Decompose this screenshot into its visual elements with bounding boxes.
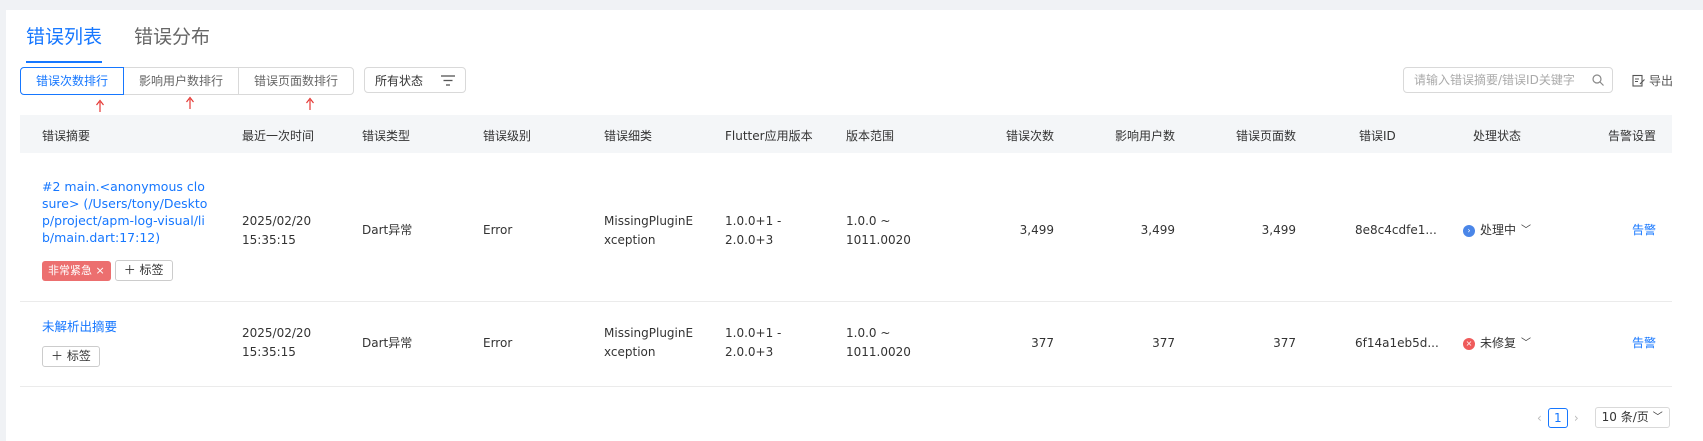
column-header: 处理状态 <box>1473 129 1522 143</box>
error-type: Dart异常 <box>362 223 413 237</box>
error-status-icon: × <box>1463 337 1475 350</box>
add-tag-button[interactable]: ＋ 标签 <box>42 346 100 367</box>
column-header: 错误级别 <box>483 129 532 143</box>
user-count: 3,499 <box>1140 223 1175 237</box>
tab-error-list[interactable]: 错误列表 <box>26 22 103 63</box>
table-header: 错误摘要 最近一次时间 错误类型 错误级别 错误细类 Flutter应用版本 版… <box>20 115 1672 153</box>
search-box <box>1403 67 1613 93</box>
annotation-arrow-icon <box>306 97 314 110</box>
status-dropdown[interactable]: × 未修复 ﹀ <box>1463 334 1531 353</box>
table-row: #2 main.<anonymous closure> (/Users/tony… <box>20 153 1672 302</box>
error-type: Dart异常 <box>362 336 413 350</box>
page-size-select[interactable]: 10 条/页 ﹀ <box>1594 407 1670 428</box>
version-range: 1.0.0 ~ 1011.0020 <box>846 214 911 247</box>
close-icon[interactable]: × <box>96 264 105 277</box>
page-count: 377 <box>1273 336 1296 350</box>
add-tag-button[interactable]: ＋ 标签 <box>114 260 173 281</box>
last-time: 2025/02/20 15:35:15 <box>242 214 312 247</box>
prev-page-icon[interactable]: ‹ <box>1537 411 1542 425</box>
status-filter-label: 所有状态 <box>375 73 424 88</box>
error-id: 6f14a1eb5d... <box>1355 336 1439 350</box>
flutter-version: 1.0.0+1 - 2.0.0+3 <box>725 326 782 359</box>
chevron-down-icon: ﹀ <box>1521 225 1532 236</box>
error-summary-link[interactable]: #2 main.<anonymous closure> (/Users/tony… <box>42 178 208 246</box>
last-time: 2025/02/20 15:35:15 <box>242 326 312 359</box>
column-header: 告警设置 <box>1607 129 1656 143</box>
chevron-down-icon: ﹀ <box>1521 338 1532 349</box>
page-size-label: 10 条/页 <box>1601 410 1649 424</box>
tag-list: 非常紧急 × ＋ 标签 <box>42 260 173 281</box>
error-level: Error <box>483 223 513 237</box>
annotation-arrow-icon <box>96 99 104 112</box>
alarm-link[interactable]: 告警 <box>1632 221 1656 240</box>
status-label: 处理中 <box>1480 223 1517 237</box>
chevron-down-icon: ﹀ <box>1652 412 1663 423</box>
plus-icon: ＋ <box>123 263 140 277</box>
annotation-arrow-icon <box>186 96 194 109</box>
page-number-button[interactable]: 1 <box>1547 407 1568 428</box>
table-row: 未解析出摘要 ＋ 标签 2025/02/20 15:35:15 Dart异常 E… <box>20 302 1672 387</box>
export-icon <box>1632 74 1645 87</box>
tag-badge: 非常紧急 × <box>42 260 111 281</box>
error-id: 8e8c4cdfe1... <box>1355 223 1437 237</box>
status-dropdown[interactable]: › 处理中 ﹀ <box>1463 221 1531 240</box>
add-tag-label: 标签 <box>66 349 91 363</box>
column-header: 错误页面数 <box>1235 129 1296 143</box>
sort-by-user-count-button[interactable]: 影响用户数排行 <box>123 67 240 95</box>
version-range: 1.0.0 ~ 1011.0020 <box>846 326 911 359</box>
column-header: 版本范围 <box>846 129 895 143</box>
sort-by-error-count-button[interactable]: 错误次数排行 <box>20 67 125 95</box>
search-input[interactable] <box>1412 72 1592 88</box>
status-filter-dropdown[interactable]: 所有状态 <box>364 67 466 93</box>
tag-list: ＋ 标签 <box>42 346 100 367</box>
alarm-link[interactable]: 告警 <box>1632 334 1656 353</box>
user-count: 377 <box>1152 336 1175 350</box>
page-count: 3,499 <box>1261 223 1296 237</box>
sort-button-group: 错误次数排行 影响用户数排行 错误页面数排行 <box>20 67 355 95</box>
column-header: 最近一次时间 <box>242 129 315 143</box>
next-page-icon[interactable]: › <box>1574 411 1579 425</box>
column-header: 错误ID <box>1359 129 1396 143</box>
column-header: 错误类型 <box>362 129 411 143</box>
search-icon[interactable] <box>1592 74 1604 86</box>
add-tag-label: 标签 <box>139 263 164 277</box>
tab-error-distribution[interactable]: 错误分布 <box>134 22 210 63</box>
error-count: 377 <box>1031 336 1054 350</box>
column-header: 错误细类 <box>604 129 653 143</box>
column-header: Flutter应用版本 <box>725 129 813 143</box>
error-subtype: MissingPluginException <box>604 326 694 359</box>
flutter-version: 1.0.0+1 - 2.0.0+3 <box>725 214 782 247</box>
sort-by-page-count-button[interactable]: 错误页面数排行 <box>238 67 355 95</box>
export-label: 导出 <box>1649 74 1674 88</box>
tag-label: 非常紧急 <box>48 263 92 277</box>
column-header: 错误摘要 <box>42 129 91 143</box>
plus-icon: ＋ <box>51 349 67 363</box>
export-button[interactable]: 导出 <box>1632 72 1673 89</box>
error-count: 3,499 <box>1019 223 1054 237</box>
filter-icon <box>441 74 455 86</box>
column-header: 错误次数 <box>1005 129 1054 143</box>
error-summary-link[interactable]: 未解析出摘要 <box>42 318 208 335</box>
pagination: ‹ 1 › 10 条/页 ﹀ <box>1537 407 1670 428</box>
processing-icon: › <box>1463 224 1475 237</box>
status-label: 未修复 <box>1480 336 1517 350</box>
error-level: Error <box>483 336 513 350</box>
error-subtype: MissingPluginException <box>604 214 694 247</box>
tabs: 错误列表 错误分布 <box>26 22 242 63</box>
column-header: 影响用户数 <box>1114 129 1175 143</box>
